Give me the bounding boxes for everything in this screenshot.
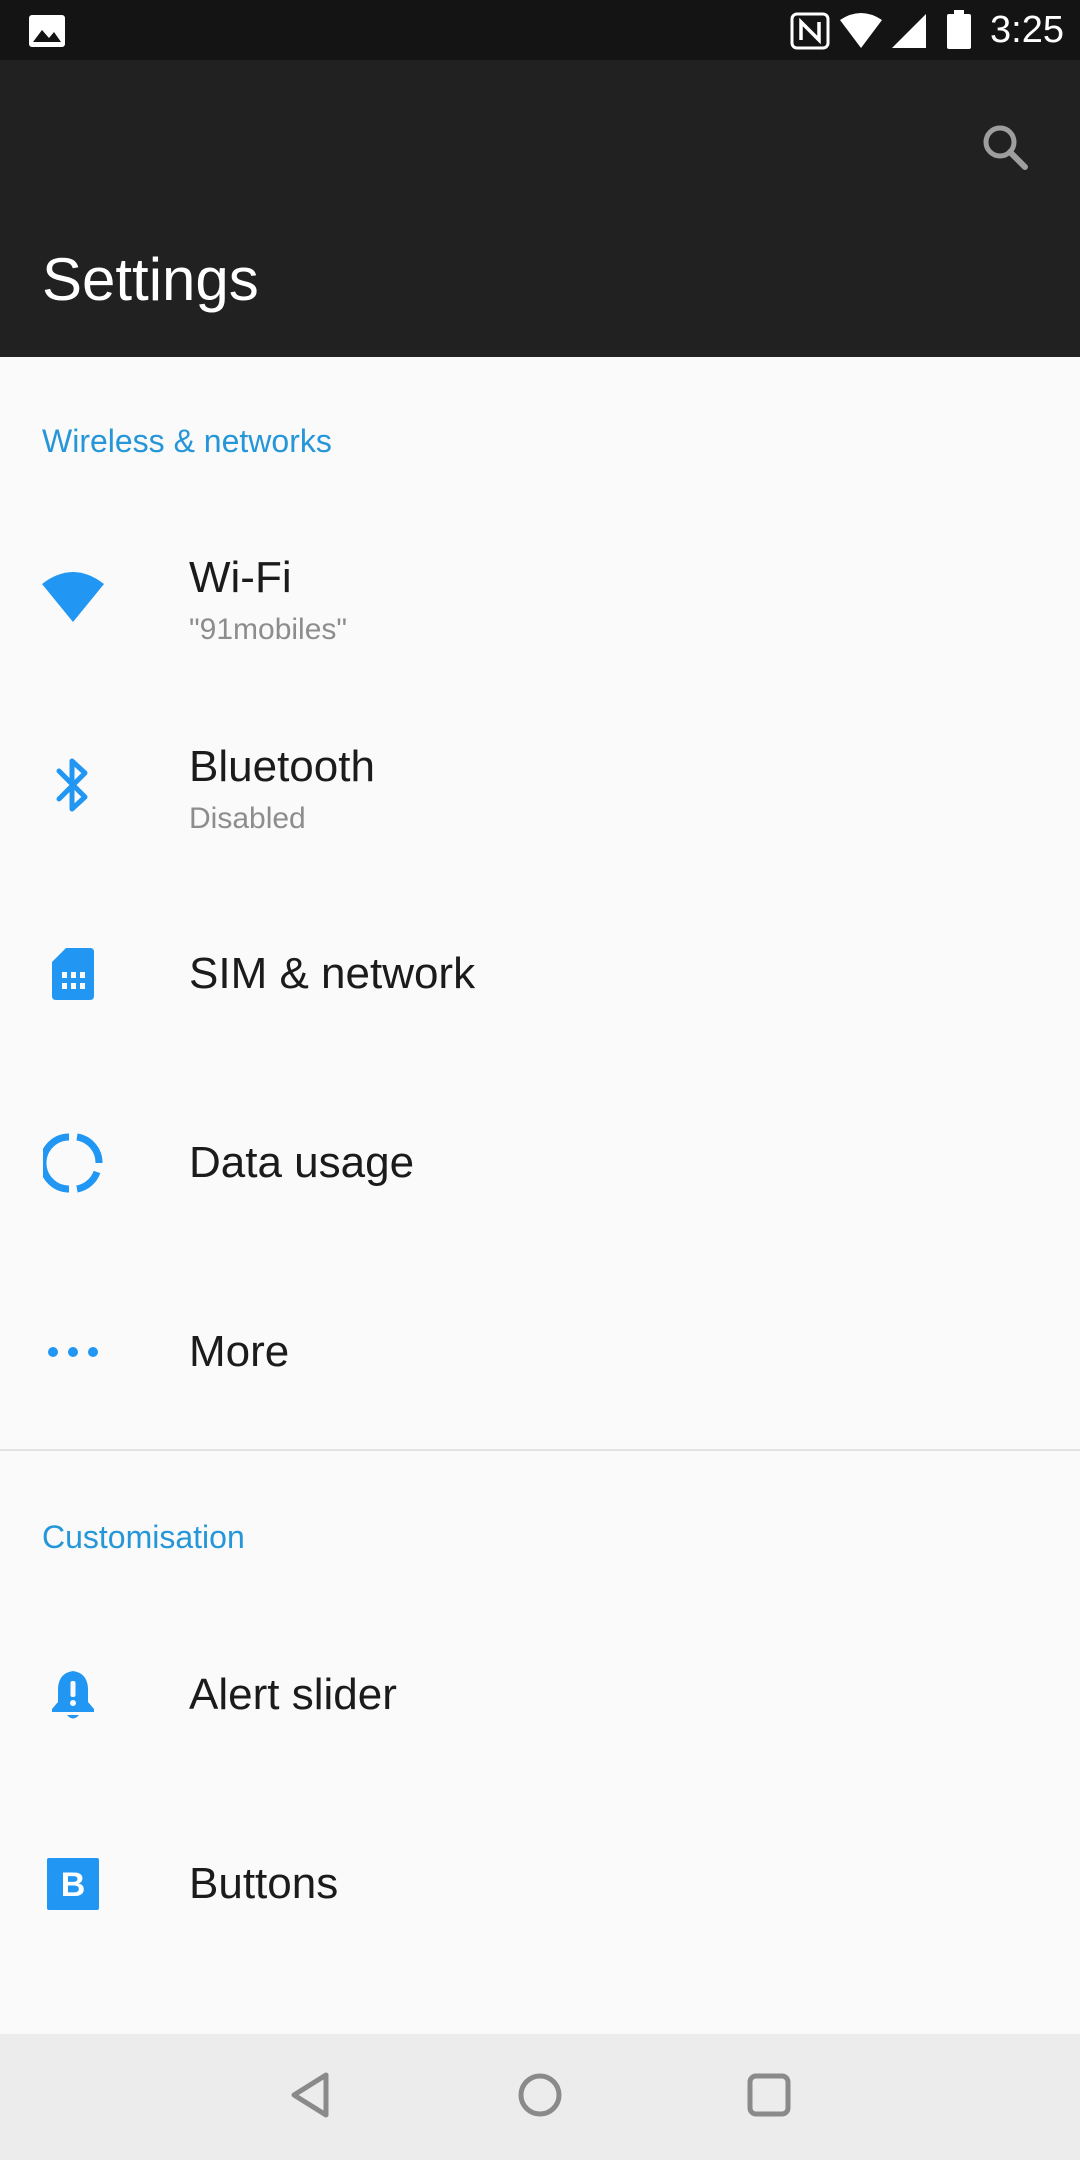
settings-item-label: Wi-Fi	[189, 553, 292, 602]
navigation-bar	[0, 2034, 1080, 2160]
settings-item-alert-slider[interactable]: Alert slider	[0, 1601, 1080, 1790]
wifi-icon	[38, 561, 108, 631]
section-header-wireless: Wireless & networks	[42, 423, 332, 459]
settings-item-more[interactable]: More	[0, 1258, 1080, 1447]
recents-icon	[746, 2072, 792, 2123]
page-title: Settings	[42, 246, 259, 313]
settings-item-subtitle: Disabled	[189, 802, 306, 835]
back-icon	[288, 2071, 332, 2124]
sim-card-icon	[38, 939, 108, 1009]
settings-item-wifi[interactable]: Wi-Fi "91mobiles"	[0, 502, 1080, 691]
settings-item-label: Data usage	[189, 1138, 415, 1187]
settings-item-subtitle: "91mobiles"	[189, 613, 348, 646]
bluetooth-icon	[38, 750, 108, 820]
search-button[interactable]	[960, 104, 1050, 194]
svg-text:B: B	[61, 1866, 86, 1904]
search-icon	[980, 122, 1030, 177]
settings-item-label: SIM & network	[189, 949, 476, 998]
section-divider	[0, 1449, 1080, 1451]
settings-item-bluetooth[interactable]: Bluetooth Disabled	[0, 691, 1080, 880]
nfc-icon	[790, 12, 830, 55]
battery-icon	[946, 10, 972, 55]
settings-item-label: More	[189, 1327, 290, 1376]
data-usage-icon	[38, 1128, 108, 1198]
settings-item-label: Buttons	[189, 1859, 339, 1908]
buttons-b-icon: B	[38, 1849, 108, 1919]
settings-item-label: Alert slider	[189, 1670, 397, 1719]
alert-bell-icon	[38, 1660, 108, 1730]
settings-screen: 3:25 Settings Wireless & networks Wi-Fi …	[0, 0, 1080, 2160]
gallery-notification-icon	[28, 14, 66, 53]
recents-button[interactable]	[724, 2052, 814, 2142]
app-bar: Settings	[0, 60, 1080, 357]
wifi-signal-icon	[838, 12, 884, 55]
home-button[interactable]	[495, 2052, 585, 2142]
back-button[interactable]	[265, 2052, 355, 2142]
status-time: 3:25	[990, 9, 1064, 51]
more-dots-icon	[38, 1317, 108, 1387]
section-header-customisation: Customisation	[42, 1519, 245, 1555]
settings-item-data-usage[interactable]: Data usage	[0, 1069, 1080, 1258]
status-bar: 3:25	[0, 0, 1080, 60]
home-icon	[516, 2071, 564, 2124]
settings-item-sim-network[interactable]: SIM & network	[0, 880, 1080, 1069]
settings-item-label: Bluetooth	[189, 742, 375, 791]
cell-signal-icon	[890, 12, 928, 55]
settings-item-buttons[interactable]: B Buttons	[0, 1790, 1080, 1979]
